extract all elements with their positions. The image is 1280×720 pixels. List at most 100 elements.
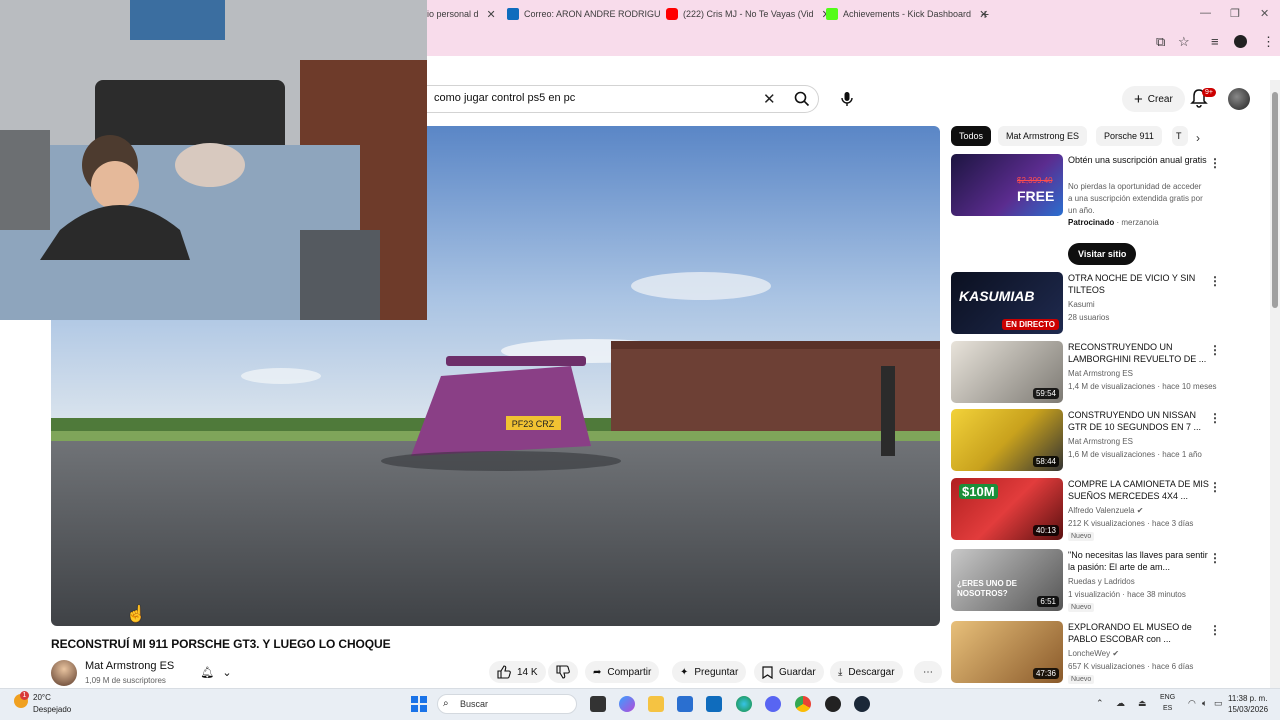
video-item-title[interactable]: CONSTRUYENDO UN NISSAN GTR DE 10 SEGUNDO… [1068, 409, 1216, 433]
share-button[interactable]: ➦ Compartir [585, 661, 660, 683]
video-item-title[interactable]: COMPRE LA CAMIONETA DE MIS SUEÑOS MERCED… [1068, 478, 1216, 502]
video-item-channel[interactable]: Ruedas y Ladridos [1068, 577, 1135, 586]
tab-kick[interactable]: Achievements - Kick Dashboard ✕ [826, 0, 988, 28]
video-item-title[interactable]: EXPLORANDO EL MUSEO de PABLO ESCOBAR con… [1068, 621, 1216, 645]
more-vertical-icon[interactable]: ⋮ [1209, 156, 1221, 170]
like-button[interactable]: 14 K [489, 661, 546, 683]
video-item-title[interactable]: "No necesitas las llaves para sentir la … [1068, 549, 1216, 573]
windows-start-icon[interactable] [411, 696, 427, 712]
more-vertical-icon[interactable]: ⋮ [1209, 274, 1221, 288]
chip-porsche[interactable]: Porsche 911 [1096, 126, 1162, 146]
chip-all[interactable]: Todos [951, 126, 992, 146]
file-explorer-icon[interactable] [648, 696, 664, 712]
edge-icon[interactable] [736, 696, 752, 712]
video-thumbnail[interactable]: $10M 40:13 [951, 478, 1063, 540]
more-vertical-icon[interactable]: ⋮ [1209, 480, 1221, 494]
store-icon[interactable] [677, 696, 693, 712]
ad-sponsored: Patrocinado · merzanoia [1068, 218, 1159, 227]
video-item-channel[interactable]: Alfredo Valenzuela ✔ [1068, 506, 1144, 515]
language-indicator[interactable]: ENG [1160, 694, 1175, 701]
copilot-icon[interactable] [619, 696, 635, 712]
outlook-icon[interactable] [706, 696, 722, 712]
tab-outlook[interactable]: Correo: ARON ANDRE RODRIGU✕ [507, 0, 678, 28]
taskbar-search-input[interactable]: Buscar [437, 694, 577, 714]
video-item-title[interactable]: OTRA NOCHE DE VICIO Y SIN TILTEOS [1068, 272, 1216, 296]
ad-thumbnail[interactable]: FREE $2,399.40 [951, 154, 1063, 216]
clock-date[interactable]: 15/03/2026 [1228, 705, 1268, 714]
voice-search-button[interactable] [833, 85, 861, 113]
webcam-overlay [0, 0, 427, 320]
cloud-icon[interactable]: ☁ [1116, 698, 1125, 709]
tab-title: io personal d [427, 9, 479, 19]
avatar[interactable] [1228, 88, 1250, 110]
search-button[interactable] [784, 86, 819, 112]
steam-icon[interactable] [854, 696, 870, 712]
install-app-icon[interactable]: ⧉ [1156, 34, 1165, 50]
more-vertical-icon[interactable]: ⋮ [1209, 411, 1221, 425]
subscription-notifications-button[interactable]: 🔔︎ ⌄ [194, 663, 238, 681]
clear-search-icon[interactable]: ✕ [763, 90, 776, 108]
notification-count-badge: 9+ [1202, 88, 1216, 97]
weather-temperature[interactable]: 20°C [33, 693, 51, 702]
save-button[interactable]: Guardar [754, 661, 824, 683]
video-item-channel[interactable]: LoncheWey ✔ [1068, 649, 1119, 658]
video-thumbnail[interactable]: 58:44 [951, 409, 1063, 471]
video-thumbnail[interactable]: 59:54 [951, 341, 1063, 403]
volume-icon[interactable]: 🔈︎ [1202, 698, 1207, 709]
more-vertical-icon[interactable]: ⋮ [1209, 623, 1221, 637]
video-thumbnail[interactable]: 47:36 [951, 621, 1063, 683]
license-plate: PF23 CRZ [512, 419, 555, 429]
video-item-channel[interactable]: Mat Armstrong ES [1068, 369, 1133, 378]
search-input[interactable] [434, 92, 734, 104]
create-button[interactable]: + Crear [1122, 86, 1185, 112]
visit-site-button[interactable]: Visitar sitio [1068, 243, 1137, 265]
discord-icon[interactable] [765, 696, 781, 712]
chevron-right-icon[interactable]: › [1196, 131, 1200, 145]
ask-label: Preguntar [694, 666, 739, 678]
terminal-app-icon[interactable] [590, 696, 606, 712]
close-window-icon[interactable]: ✕ [1260, 7, 1269, 20]
video-item-channel[interactable]: Mat Armstrong ES [1068, 437, 1133, 446]
chevron-down-icon: ⌄ [222, 666, 232, 679]
browser-menu-icon[interactable]: ⋮ [1262, 34, 1275, 50]
new-badge: Nuevo [1068, 532, 1095, 541]
subscriber-count: 1,09 M de suscriptores [85, 676, 166, 685]
weather-condition[interactable]: Despejado [33, 705, 71, 714]
wifi-icon[interactable]: ◠ [1188, 698, 1196, 709]
video-thumbnail[interactable]: KASUMIAB EN DIRECTO [951, 272, 1063, 334]
channel-avatar[interactable] [51, 660, 77, 686]
more-actions-button[interactable]: ⋯ [914, 661, 942, 683]
ask-button[interactable]: ✦ Preguntar [672, 661, 747, 683]
video-thumbnail[interactable]: ¿ERES UNO DE NOSOTROS? 6:51 [951, 549, 1063, 611]
thumbs-up-icon [497, 665, 511, 679]
more-vertical-icon[interactable]: ⋮ [1209, 551, 1221, 565]
chrome-icon[interactable] [795, 696, 811, 712]
chip-partial[interactable]: T [1172, 126, 1188, 146]
new-tab-button[interactable]: + [981, 6, 989, 22]
channel-name[interactable]: Mat Armstrong ES [85, 660, 174, 672]
usb-icon[interactable]: ⏏ [1138, 698, 1147, 709]
bookmark-star-icon[interactable]: ☆ [1178, 34, 1190, 50]
dislike-button[interactable] [548, 661, 578, 683]
obs-icon[interactable] [825, 696, 841, 712]
chip-channel[interactable]: Mat Armstrong ES [998, 126, 1088, 146]
tab-personal[interactable]: io personal d ✕ [427, 0, 496, 28]
profile-icon[interactable] [1234, 35, 1247, 48]
ad-title[interactable]: Obtén una suscripción anual gratis [1068, 154, 1216, 166]
video-item-channel[interactable]: Kasumi [1068, 300, 1095, 309]
tab-youtube[interactable]: (222) Cris MJ - No Te Vayas (Vid✕ [666, 0, 831, 28]
minimize-icon[interactable]: — [1200, 7, 1211, 19]
download-button[interactable]: ⤓ Descargar [830, 661, 903, 683]
video-item-title[interactable]: RECONSTRUYENDO UN LAMBORGHINI REVUELTO D… [1068, 341, 1216, 365]
media-control-icon[interactable]: ≡ [1211, 34, 1219, 49]
battery-icon[interactable]: ▭ [1214, 698, 1223, 709]
restore-icon[interactable]: ❐ [1230, 7, 1240, 20]
more-vertical-icon[interactable]: ⋮ [1209, 343, 1221, 357]
kick-icon [826, 8, 838, 20]
clock-time[interactable]: 11:38 p. m. [1228, 694, 1267, 703]
tab-title: Achievements - Kick Dashboard [843, 9, 972, 19]
chevron-up-icon[interactable]: ⌃ [1096, 698, 1104, 709]
close-tab-icon[interactable]: ✕ [487, 8, 496, 21]
scrollbar-thumb[interactable] [1272, 92, 1278, 308]
keyboard-layout[interactable]: ES [1163, 705, 1172, 712]
